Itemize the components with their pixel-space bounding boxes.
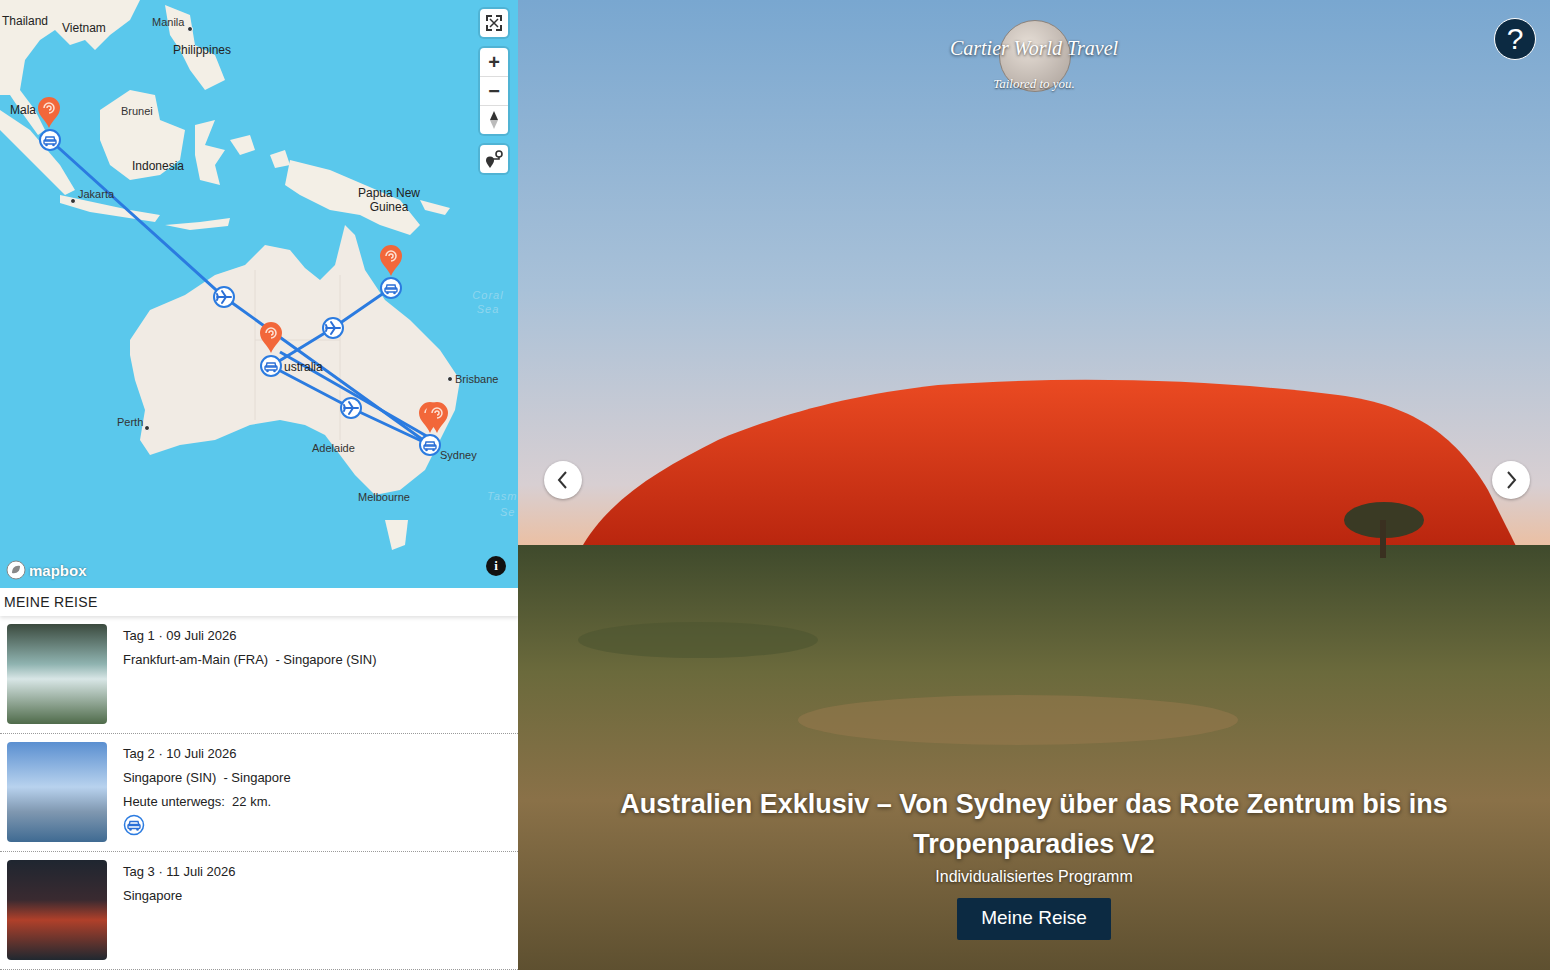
- itinerary-heading: MEINE REISE: [0, 588, 518, 616]
- map-label: Brisbane: [455, 372, 498, 386]
- car-icon[interactable]: [381, 278, 401, 298]
- hero-slider: Cartier World Travel Tailored to you. Aust…: [518, 0, 1550, 970]
- map-label: Papua New Guinea: [352, 186, 426, 214]
- map-label: Se: [500, 505, 515, 519]
- map-canvas[interactable]: [0, 0, 518, 588]
- day-distance: Heute unterwegs: 22 km.: [123, 794, 291, 809]
- zoom-out-button[interactable]: −: [480, 76, 508, 105]
- map-label: Perth: [117, 415, 143, 429]
- attribution-text: mapbox: [29, 562, 87, 579]
- map-label: Philippines: [173, 43, 231, 57]
- location-pin-icon[interactable]: [260, 322, 282, 353]
- compass-button[interactable]: [480, 105, 508, 134]
- zoom-controls: +−: [480, 48, 508, 134]
- day-route: Singapore: [123, 888, 236, 903]
- map-label: Indonesia: [132, 159, 184, 173]
- itinerary-day[interactable]: Tag 3 · 11 Juli 2026 Singapore: [0, 852, 518, 970]
- day-photo: [7, 742, 107, 842]
- info-button[interactable]: i: [486, 556, 506, 576]
- day-route: Singapore (SIN) - Singapore: [123, 770, 291, 785]
- trip-subtitle: Individualisiertes Programm: [935, 868, 1132, 886]
- location-pin-icon[interactable]: [426, 402, 448, 433]
- my-trip-button[interactable]: Meine Reise: [957, 898, 1111, 940]
- day-photo: [7, 860, 107, 960]
- map-label: Adelaide: [312, 441, 355, 455]
- plane-icon[interactable]: [323, 318, 343, 338]
- location-pin-icon[interactable]: [38, 97, 60, 128]
- brand-tagline: Tailored to you.: [993, 76, 1075, 92]
- map-label: ustralia: [284, 360, 323, 374]
- day-date: Tag 1 · 09 Juli 2026: [123, 628, 377, 643]
- route-icon: [484, 149, 504, 169]
- day-date: Tag 3 · 11 Juli 2026: [123, 864, 236, 879]
- plane-icon[interactable]: [341, 398, 361, 418]
- help-button[interactable]: ?: [1494, 18, 1536, 60]
- mapbox-logo[interactable]: mapbox: [6, 560, 87, 580]
- day-photo: [7, 624, 107, 724]
- map-label: Manila: [152, 15, 184, 29]
- map-label: Jakarta: [78, 187, 114, 201]
- zoom-in-button[interactable]: +: [480, 48, 508, 76]
- car-icon[interactable]: [40, 130, 60, 150]
- fullscreen-button[interactable]: [480, 9, 508, 37]
- brand-name: Cartier World Travel: [950, 37, 1118, 60]
- hero-photo: [518, 0, 1550, 970]
- chevron-left-icon: [556, 470, 570, 490]
- transport-list: [123, 814, 291, 836]
- route-map[interactable]: Thailand Vietnam Manila Philippines Mala Brun…: [0, 0, 518, 588]
- next-slide-button[interactable]: [1492, 461, 1530, 499]
- map-label: Mala: [10, 103, 36, 117]
- car-icon: [123, 814, 145, 836]
- brand-logo[interactable]: Cartier World Travel Tailored to you.: [950, 20, 1118, 92]
- map-label: Brunei: [121, 104, 153, 118]
- map-label: Thailand: [2, 14, 48, 28]
- left-panel: Thailand Vietnam Manila Philippines Mala Brun…: [0, 0, 518, 970]
- itinerary-list: MEINE REISE Tag 1 · 09 Juli 2026 Frankfurt…: [0, 588, 518, 970]
- location-pin-icon[interactable]: [380, 245, 402, 276]
- mapbox-icon: [6, 560, 26, 580]
- day-date: Tag 2 · 10 Juli 2026: [123, 746, 291, 761]
- compass-icon: [487, 110, 501, 130]
- fullscreen-icon: [485, 14, 503, 32]
- map-label: Vietnam: [62, 21, 106, 35]
- day-route: Frankfurt-am-Main (FRA) - Singapore (SIN…: [123, 652, 377, 667]
- map-label: Coral Sea: [468, 288, 508, 316]
- map-label: Sydney: [440, 448, 477, 462]
- itinerary-day[interactable]: Tag 2 · 10 Juli 2026 Singapore (SIN) - Si…: [0, 734, 518, 852]
- map-label: Melbourne: [358, 490, 410, 504]
- trip-title: Australien Exklusiv – Von Sydney über da…: [604, 784, 1464, 864]
- map-label: Tasm: [487, 489, 518, 503]
- car-icon[interactable]: [420, 435, 440, 455]
- itinerary-day[interactable]: Tag 1 · 09 Juli 2026 Frankfurt-am-Main (F…: [0, 616, 518, 734]
- plane-icon[interactable]: [214, 287, 234, 307]
- car-icon[interactable]: [261, 356, 281, 376]
- route-button[interactable]: [480, 145, 508, 173]
- previous-slide-button[interactable]: [544, 461, 582, 499]
- chevron-right-icon: [1504, 470, 1518, 490]
